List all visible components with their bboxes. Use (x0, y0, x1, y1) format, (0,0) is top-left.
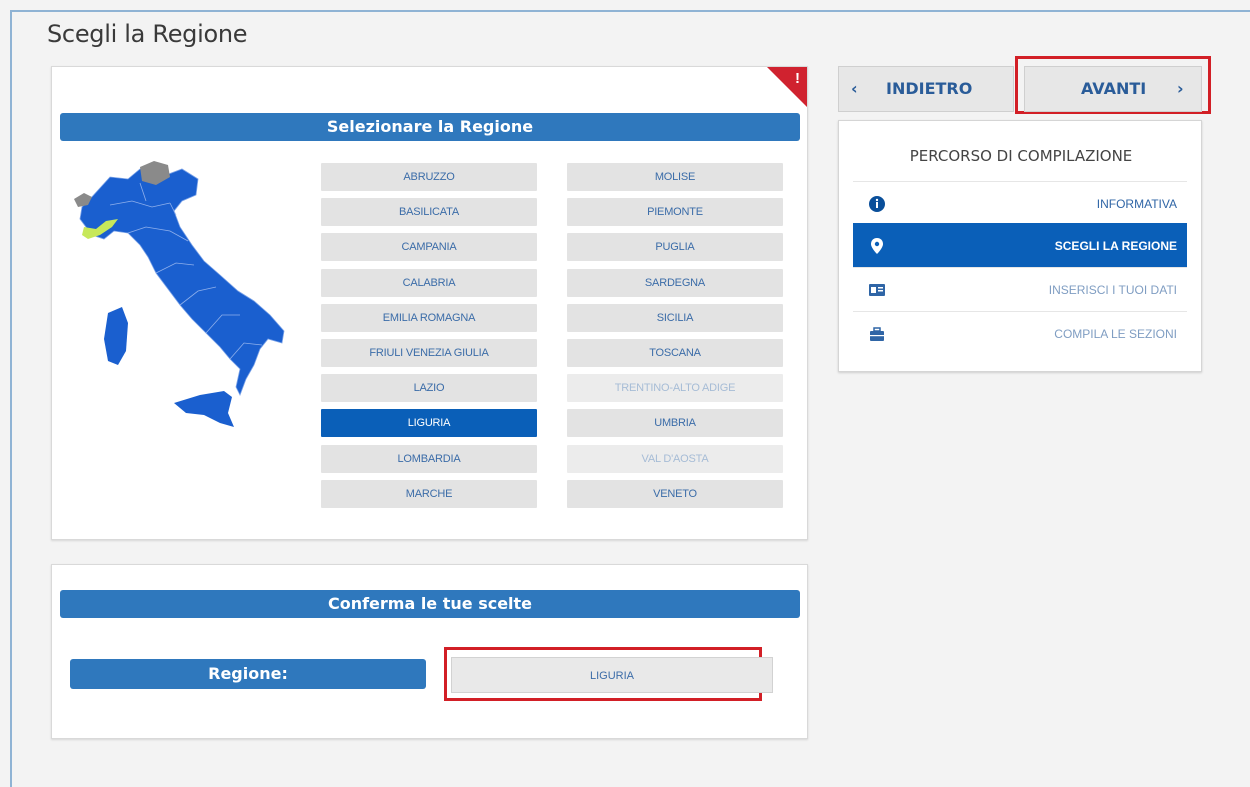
briefcase-icon (870, 327, 884, 341)
step-label: SCEGLI LA REGIONE (1054, 239, 1177, 253)
step-label: COMPILA LE SEZIONI (1054, 327, 1177, 341)
steps-panel: PERCORSO DI COMPILAZIONE INFORMATIVA SCE… (838, 120, 1202, 372)
nav-bar: ‹ INDIETRO AVANTI › (838, 56, 1211, 114)
region-button-puglia[interactable]: PUGLIA (567, 233, 783, 262)
step-informativa[interactable]: INFORMATIVA (853, 181, 1187, 225)
italy-map[interactable] (70, 155, 300, 445)
region-button-lombardia[interactable]: LOMBARDIA (321, 444, 537, 473)
steps-title: PERCORSO DI COMPILAZIONE (909, 147, 1133, 165)
back-button[interactable]: ‹ INDIETRO (838, 66, 1014, 112)
chevron-right-icon: › (1177, 79, 1184, 98)
step-label: INFORMATIVA (1096, 197, 1177, 211)
step-scegli-regione[interactable]: SCEGLI LA REGIONE (853, 223, 1187, 267)
region-button-marche[interactable]: MARCHE (321, 479, 537, 508)
region-button-basilicata[interactable]: BASILICATA (321, 198, 537, 227)
id-card-icon (869, 284, 885, 296)
confirm-panel: Conferma le tue scelte Regione: LIGURIA (51, 564, 808, 739)
region-button-abruzzo[interactable]: ABRUZZO (321, 163, 537, 191)
region-button-trentino-alto-adige[interactable]: TRENTINO-ALTO ADIGE (567, 374, 783, 403)
step-compila-sezioni[interactable]: COMPILA LE SEZIONI (853, 311, 1187, 355)
step-label: INSERISCI I TUOI DATI (1048, 283, 1177, 297)
step-inserisci-dati[interactable]: INSERISCI I TUOI DATI (853, 267, 1187, 311)
region-button-veneto[interactable]: VENETO (567, 479, 783, 508)
select-region-header: Selezionare la Regione (60, 113, 800, 141)
chevron-left-icon: ‹ (851, 79, 858, 98)
region-value-highlight: LIGURIA (444, 647, 773, 701)
region-button-lazio[interactable]: LAZIO (321, 374, 537, 403)
page-title: Scegli la Regione (47, 20, 248, 48)
confirm-header: Conferma le tue scelte (60, 590, 800, 618)
region-button-val-d-aosta[interactable]: VAL D'AOSTA (567, 444, 783, 473)
region-button-sardegna[interactable]: SARDEGNA (567, 268, 783, 297)
map-sicilia[interactable] (174, 391, 234, 427)
info-icon (869, 196, 885, 212)
region-label: Regione: (70, 659, 426, 689)
region-button-friuli-venezia-giulia[interactable]: FRIULI VENEZIA GIULIA (321, 339, 537, 367)
region-select-panel: ! Selezionare la Regione ABRUZZO BASILICA… (51, 66, 808, 540)
location-pin-icon (871, 238, 883, 254)
warning-mark: ! (795, 70, 800, 87)
region-value-field[interactable]: LIGURIA (451, 657, 773, 693)
map-sardegna[interactable] (104, 307, 128, 365)
warning-corner-icon (767, 67, 807, 107)
region-button-molise[interactable]: MOLISE (567, 163, 783, 191)
region-button-toscana[interactable]: TOSCANA (567, 339, 783, 367)
region-button-calabria[interactable]: CALABRIA (321, 268, 537, 297)
region-button-sicilia[interactable]: SICILIA (567, 303, 783, 332)
back-label: INDIETRO (886, 79, 973, 98)
region-button-liguria[interactable]: LIGURIA (321, 409, 537, 438)
region-button-piemonte[interactable]: PIEMONTE (567, 198, 783, 227)
forward-label: AVANTI (1081, 79, 1147, 98)
region-button-emilia-romagna[interactable]: EMILIA ROMAGNA (321, 303, 537, 332)
region-button-campania[interactable]: CAMPANIA (321, 233, 537, 262)
forward-button[interactable]: AVANTI › (1024, 66, 1202, 112)
region-button-umbria[interactable]: UMBRIA (567, 409, 783, 438)
